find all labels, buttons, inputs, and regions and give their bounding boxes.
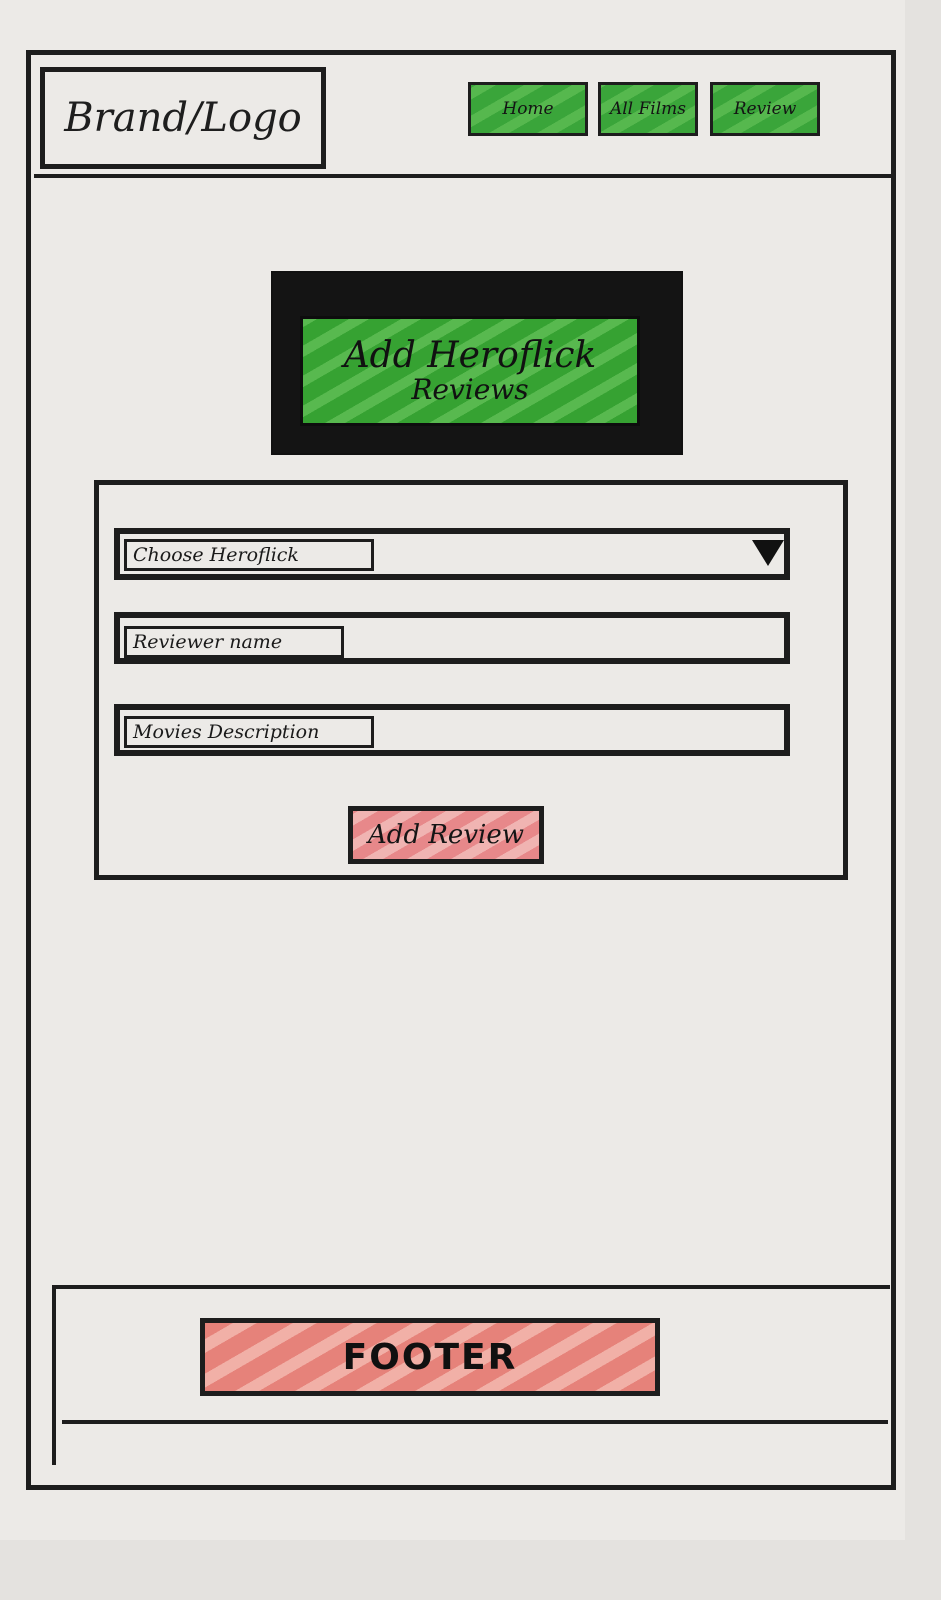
- movie-description-label: Movies Description: [124, 716, 374, 748]
- nav-home-link[interactable]: Home: [468, 82, 588, 136]
- hero-subtitle: Reviews: [411, 373, 529, 407]
- dropdown-triangle-icon[interactable]: [752, 540, 784, 566]
- heroflick-select-label: Choose Heroflick: [124, 539, 374, 571]
- footer-top-divider: [55, 1285, 890, 1289]
- footer-banner: FOOTER: [200, 1318, 660, 1396]
- brand-logo-text: Brand/Logo: [64, 95, 302, 141]
- nav-review-link[interactable]: Review: [710, 82, 820, 136]
- hero-banner: Add Heroflick Reviews: [300, 316, 640, 426]
- hero-title: Add Heroflick: [343, 335, 597, 377]
- footer-left-border: [52, 1285, 56, 1465]
- footer-bottom-divider: [62, 1420, 888, 1424]
- brand-logo[interactable]: Brand/Logo: [40, 67, 326, 169]
- nav-all-films-link[interactable]: All Films: [598, 82, 698, 136]
- reviewer-name-label: Reviewer name: [124, 626, 344, 658]
- header-divider: [34, 174, 894, 178]
- add-review-button[interactable]: Add Review: [348, 806, 544, 864]
